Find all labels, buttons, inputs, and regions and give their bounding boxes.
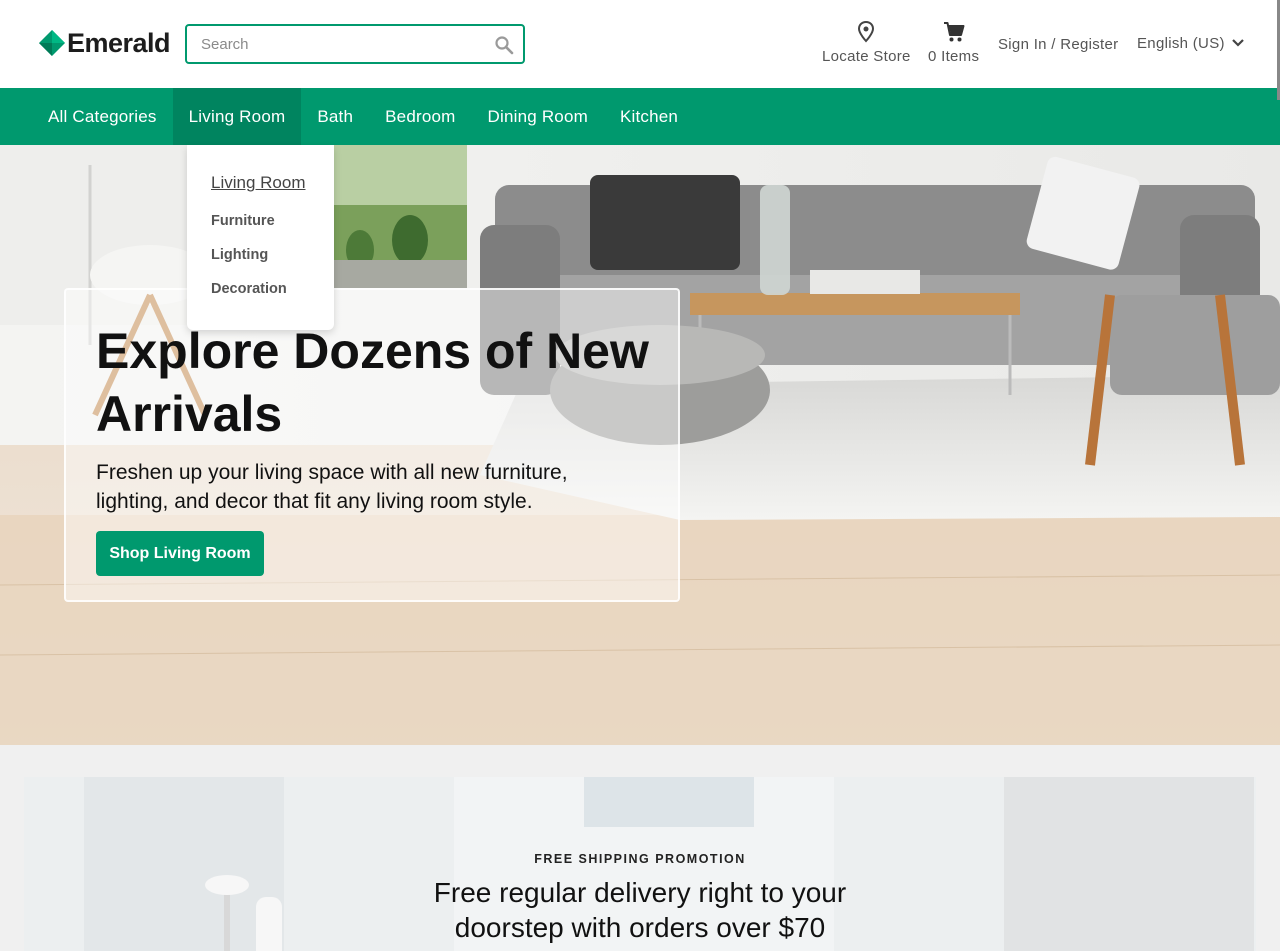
sign-in-register-link[interactable]: Sign In / Register [998, 36, 1118, 53]
hero-subtitle: Freshen up your living space with all ne… [96, 461, 568, 513]
dropdown-item-lighting[interactable]: Lighting [211, 247, 268, 263]
promo-eyebrow: FREE SHIPPING PROMOTION [534, 852, 746, 866]
nav-item-dining-room[interactable]: Dining Room [472, 88, 604, 145]
nav-item-all-categories[interactable]: All Categories [32, 88, 173, 145]
search-box[interactable] [185, 24, 525, 64]
logo-text: Emerald [67, 27, 171, 58]
emerald-logo-icon [39, 30, 65, 56]
locate-store-label: Locate Store [822, 48, 911, 65]
logo[interactable]: Emerald [39, 27, 171, 58]
nav-item-kitchen[interactable]: Kitchen [604, 88, 694, 145]
location-pin-icon [855, 20, 877, 44]
hero-title: Explore Dozens of New Arrivals [96, 323, 649, 442]
search-icon[interactable] [494, 35, 514, 55]
living-room-dropdown-menu: Living Room Furniture Lighting Decoratio… [187, 145, 334, 330]
shopping-cart-icon [943, 20, 965, 44]
cart-count-label: 0 Items [928, 48, 980, 65]
shop-living-room-button[interactable]: Shop Living Room [96, 531, 264, 576]
promo-section: FREE SHIPPING PROMOTION Free regular del… [0, 745, 1280, 951]
nav-item-bedroom[interactable]: Bedroom [369, 88, 471, 145]
site-header: Emerald Locate Store 0 [0, 0, 1280, 88]
locate-store-button[interactable]: Locate Store [822, 20, 911, 65]
search-input[interactable] [201, 27, 491, 61]
category-nav: All Categories Living Room Bath Bedroom … [0, 88, 1280, 145]
dropdown-item-decoration[interactable]: Decoration [211, 281, 287, 297]
promo-banner: FREE SHIPPING PROMOTION Free regular del… [24, 777, 1256, 951]
cart-button[interactable]: 0 Items [928, 20, 979, 65]
language-selector[interactable]: English (US) [1137, 35, 1245, 52]
nav-item-bath[interactable]: Bath [301, 88, 369, 145]
dropdown-item-furniture[interactable]: Furniture [211, 213, 275, 229]
dropdown-title-link[interactable]: Living Room [211, 173, 306, 193]
chevron-down-icon [1225, 35, 1245, 52]
language-label: English (US) [1137, 35, 1225, 52]
nav-item-living-room[interactable]: Living Room [172, 88, 302, 145]
hero-card: Explore Dozens of New Arrivals Freshen u… [64, 288, 680, 602]
promo-title: Free regular delivery right to your door… [433, 877, 847, 943]
